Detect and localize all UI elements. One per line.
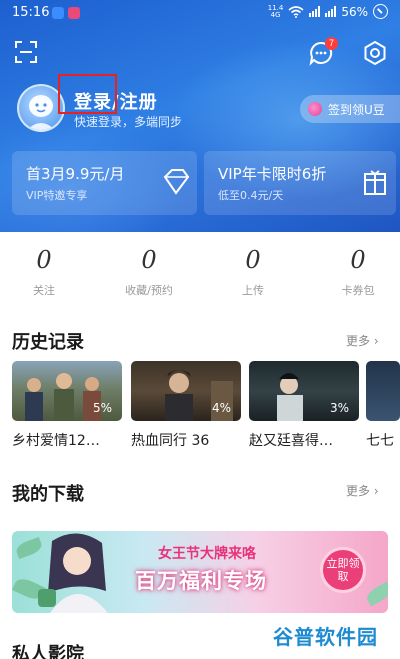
stat-value: 0 — [245, 246, 261, 274]
stat-label: 上传 — [242, 284, 264, 297]
vip-card-title: 首3月9.9元/月 — [26, 165, 125, 183]
notification-app-icon-2 — [68, 7, 80, 19]
history-thumbnail[interactable]: 4% — [131, 361, 241, 421]
wifi-icon — [288, 5, 304, 18]
stat-favorites[interactable]: 0 收藏/预约 — [99, 246, 199, 298]
diamond-icon — [163, 169, 190, 195]
scan-icon[interactable] — [14, 40, 38, 64]
banner-headline: 女王节大牌来咯 — [158, 546, 256, 562]
history-thumbnail[interactable]: 3% — [249, 361, 359, 421]
stat-value: 0 — [350, 246, 366, 274]
status-right: 11.4 4G 56% — [268, 4, 388, 19]
leaf-decoration — [364, 581, 388, 607]
profile-header: 15:16 11.4 4G 56% 7 登录/注册 快速登录，多端同步 签到领U… — [0, 0, 400, 232]
watch-progress: 3% — [329, 401, 349, 415]
vip-card-subtitle: VIP特邀专享 — [26, 189, 88, 202]
history-thumbnail[interactable]: 5% — [12, 361, 122, 421]
vip-card-subtitle: 低至0.4元/天 — [218, 189, 284, 202]
private-cinema-section-title: 私人影院 — [12, 644, 84, 659]
coin-icon — [308, 102, 322, 116]
vip-card-annual[interactable]: VIP年卡限时6折 低至0.4元/天 — [204, 151, 396, 215]
login-subtitle: 快速登录，多端同步 — [74, 115, 183, 129]
settings-gear-icon[interactable] — [362, 40, 388, 66]
stat-value: 0 — [36, 246, 52, 274]
stat-uploads[interactable]: 0 上传 — [203, 246, 303, 298]
downloads-more-link[interactable]: 更多 › — [346, 482, 379, 499]
downloads-section-title: 我的下载 — [12, 484, 84, 505]
vip-card-monthly[interactable]: 首3月9.9元/月 VIP特邀专享 — [12, 151, 197, 215]
history-item-title[interactable]: 乡村爱情12… — [12, 430, 100, 450]
stat-value: 0 — [141, 246, 157, 274]
watermark-text: 谷普软件园 — [273, 625, 378, 649]
battery-icon — [373, 4, 388, 19]
history-item-title[interactable]: 热血同行 36 — [131, 430, 209, 450]
stat-label: 卡券包 — [341, 284, 375, 297]
history-thumbnail[interactable] — [366, 361, 400, 421]
notification-app-icon — [52, 7, 64, 19]
stat-label: 收藏/预约 — [125, 284, 173, 297]
illustration-figure — [38, 533, 108, 613]
signal-icon-2 — [325, 6, 337, 17]
history-more-link[interactable]: 更多 › — [346, 332, 379, 349]
watch-progress: 4% — [211, 401, 231, 415]
status-time: 15:16 — [12, 5, 50, 20]
history-item-title[interactable]: 赵又廷喜得… — [249, 430, 333, 450]
stat-follow[interactable]: 0 关注 — [0, 246, 94, 298]
banner-title: 百万福利专场 — [135, 569, 267, 593]
status-bar: 15:16 11.4 4G 56% — [0, 0, 400, 26]
promo-banner[interactable]: 女王节大牌来咯 百万福利专场 立即领取 — [12, 531, 388, 613]
signal-icon — [309, 6, 321, 17]
stat-label: 关注 — [33, 284, 55, 297]
gift-icon — [364, 170, 386, 195]
history-item-title[interactable]: 七七 — [366, 430, 394, 450]
signin-label: 签到领U豆 — [328, 102, 385, 117]
network-type: 11.4 4G — [267, 3, 284, 19]
message-badge: 7 — [325, 37, 338, 50]
message-icon[interactable]: 7 — [308, 37, 338, 66]
stats-row: 0 关注 0 收藏/预约 0 上传 0 卡券包 — [0, 232, 400, 304]
history-section-title: 历史记录 — [12, 332, 84, 353]
battery-percent: 56% — [341, 4, 368, 19]
watch-progress: 5% — [92, 401, 112, 415]
signin-coins-button[interactable]: 签到领U豆 — [300, 95, 400, 123]
claim-button[interactable]: 立即领取 — [320, 547, 366, 593]
vip-card-title: VIP年卡限时6折 — [218, 165, 327, 183]
highlight-box — [58, 74, 117, 114]
stat-coupons[interactable]: 0 卡券包 — [308, 246, 400, 298]
